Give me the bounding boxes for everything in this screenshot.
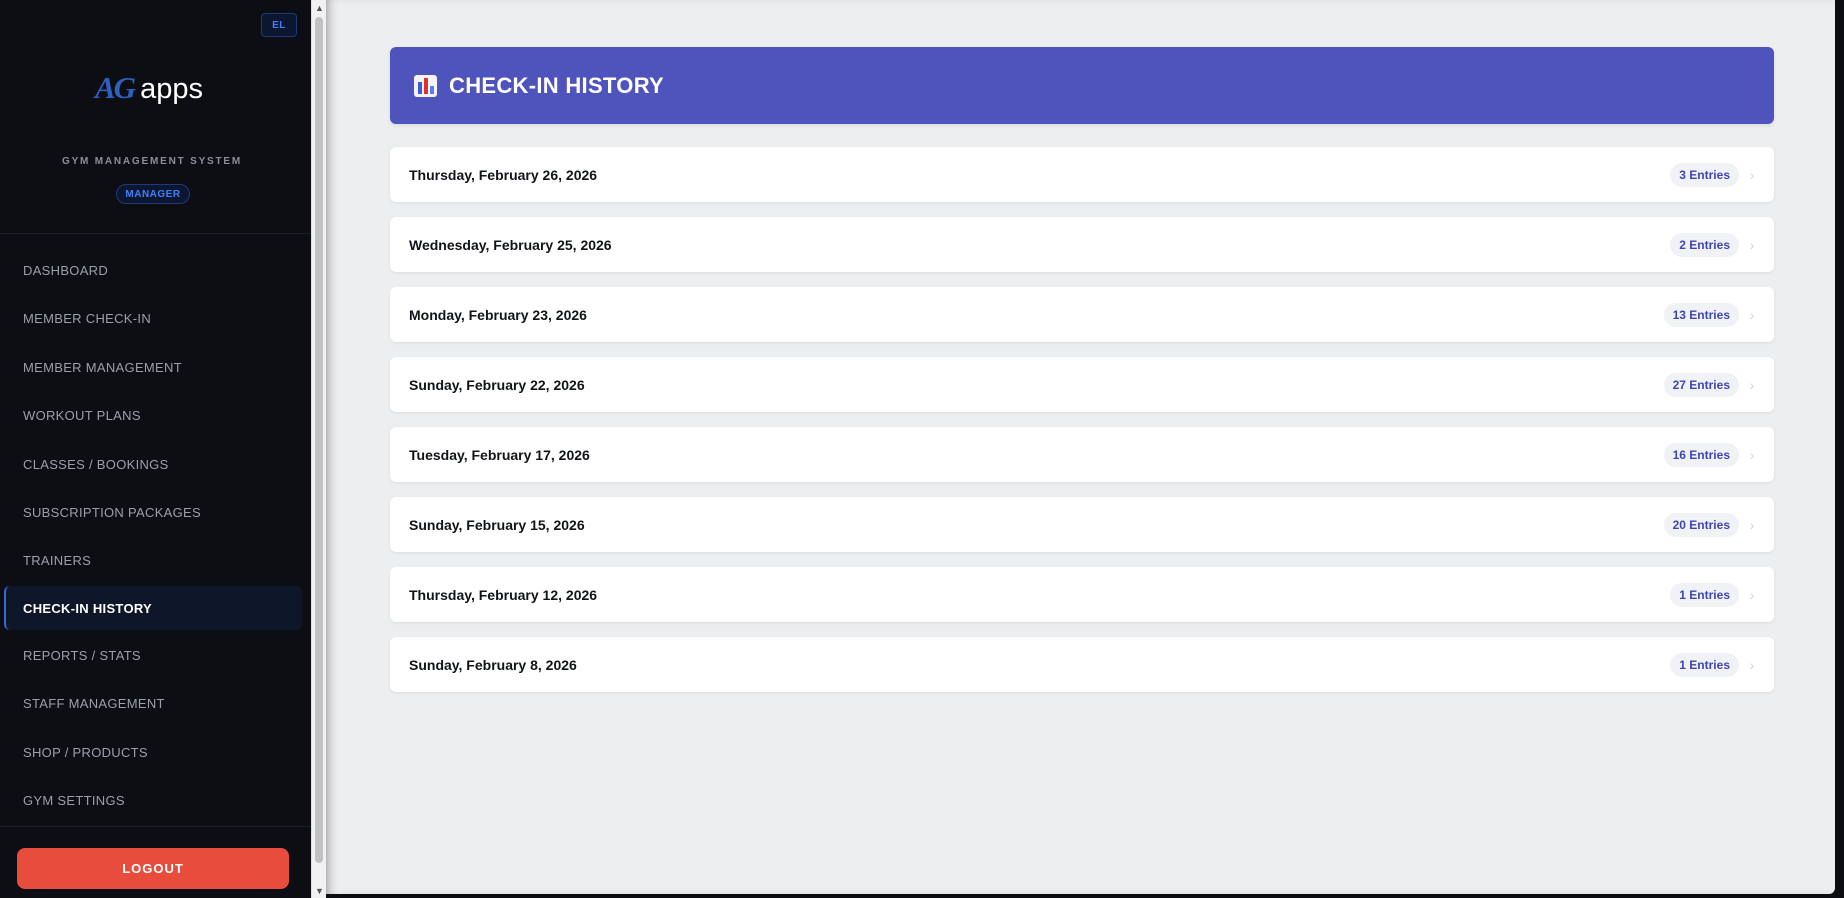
- history-date: Tuesday, February 17, 2026: [409, 446, 590, 463]
- scrollbar-thumb[interactable]: [315, 17, 323, 863]
- sidebar-divider: [0, 233, 311, 234]
- entries-badge: 20 Entries: [1663, 512, 1739, 537]
- chevron-right-icon: ›: [1749, 166, 1755, 183]
- logout-button[interactable]: LOGOUT: [17, 848, 289, 889]
- main-content: CHECK-IN HISTORY Thursday, February 26, …: [326, 0, 1835, 894]
- chevron-right-icon: ›: [1749, 446, 1755, 463]
- sidebar-item-member-check-in[interactable]: MEMBER CHECK-IN: [4, 296, 302, 340]
- sidebar-divider: [0, 826, 311, 827]
- scroll-up-icon[interactable]: ▲: [312, 0, 327, 15]
- sidebar-item-reports-stats[interactable]: REPORTS / STATS: [4, 633, 302, 677]
- sidebar-item-classes-bookings[interactable]: CLASSES / BOOKINGS: [4, 442, 302, 486]
- entries-badge: 16 Entries: [1663, 442, 1739, 467]
- history-row[interactable]: Thursday, February 26, 2026 3 Entries ›: [390, 147, 1774, 202]
- history-date: Sunday, February 15, 2026: [409, 516, 585, 533]
- logo-mark: AG: [95, 70, 136, 105]
- sidebar-item-shop-products[interactable]: SHOP / PRODUCTS: [4, 730, 302, 774]
- history-row[interactable]: Sunday, February 22, 2026 27 Entries ›: [390, 357, 1774, 412]
- sidebar: EL AG apps GYM MANAGEMENT SYSTEM MANAGER…: [0, 0, 311, 898]
- entries-badge: 1 Entries: [1670, 652, 1739, 677]
- bar-chart-icon: [414, 74, 437, 97]
- sidebar-item-gym-settings[interactable]: GYM SETTINGS: [4, 778, 302, 822]
- chevron-right-icon: ›: [1749, 236, 1755, 253]
- history-row[interactable]: Monday, February 23, 2026 13 Entries ›: [390, 287, 1774, 342]
- sidebar-item-workout-plans[interactable]: WORKOUT PLANS: [4, 393, 302, 437]
- history-row[interactable]: Thursday, February 12, 2026 1 Entries ›: [390, 567, 1774, 622]
- language-toggle-button[interactable]: EL: [261, 13, 297, 37]
- history-row[interactable]: Wednesday, February 25, 2026 2 Entries ›: [390, 217, 1774, 272]
- scroll-down-icon[interactable]: ▼: [312, 883, 327, 898]
- entries-badge: 1 Entries: [1670, 582, 1739, 607]
- page-title: CHECK-IN HISTORY: [449, 72, 665, 98]
- page-header: CHECK-IN HISTORY: [390, 47, 1774, 124]
- sidebar-item-subscription-packages[interactable]: SUBSCRIPTION PACKAGES: [4, 490, 302, 534]
- sidebar-scrollbar[interactable]: ▲ ▼: [311, 0, 326, 898]
- entries-badge: 27 Entries: [1663, 372, 1739, 397]
- history-date: Monday, February 23, 2026: [409, 306, 587, 323]
- chevron-right-icon: ›: [1749, 586, 1755, 603]
- sidebar-item-trainers[interactable]: TRAINERS: [4, 538, 302, 582]
- history-date: Wednesday, February 25, 2026: [409, 236, 612, 253]
- system-name: GYM MANAGEMENT SYSTEM: [61, 156, 243, 167]
- entries-badge: 3 Entries: [1670, 162, 1739, 187]
- sidebar-item-member-management[interactable]: MEMBER MANAGEMENT: [4, 345, 302, 389]
- sidebar-item-staff-management[interactable]: STAFF MANAGEMENT: [4, 681, 302, 725]
- sidebar-item-check-in-history[interactable]: CHECK-IN HISTORY: [4, 586, 302, 630]
- history-date: Sunday, February 8, 2026: [409, 656, 577, 673]
- entries-badge: 2 Entries: [1670, 232, 1739, 257]
- chevron-right-icon: ›: [1749, 516, 1755, 533]
- history-date: Sunday, February 22, 2026: [409, 376, 585, 393]
- sidebar-item-dashboard[interactable]: DASHBOARD: [4, 248, 302, 292]
- chevron-right-icon: ›: [1749, 306, 1755, 323]
- history-row[interactable]: Sunday, February 8, 2026 1 Entries ›: [390, 637, 1774, 692]
- entries-badge: 13 Entries: [1663, 302, 1739, 327]
- logo-text: apps: [140, 73, 203, 105]
- chevron-right-icon: ›: [1749, 656, 1755, 673]
- history-row[interactable]: Sunday, February 15, 2026 20 Entries ›: [390, 497, 1774, 552]
- logo: AG apps: [95, 70, 203, 106]
- history-date: Thursday, February 12, 2026: [409, 586, 598, 603]
- history-row[interactable]: Tuesday, February 17, 2026 16 Entries ›: [390, 427, 1774, 482]
- history-date: Thursday, February 26, 2026: [409, 166, 598, 183]
- role-badge: MANAGER: [116, 184, 190, 204]
- chevron-right-icon: ›: [1749, 376, 1755, 393]
